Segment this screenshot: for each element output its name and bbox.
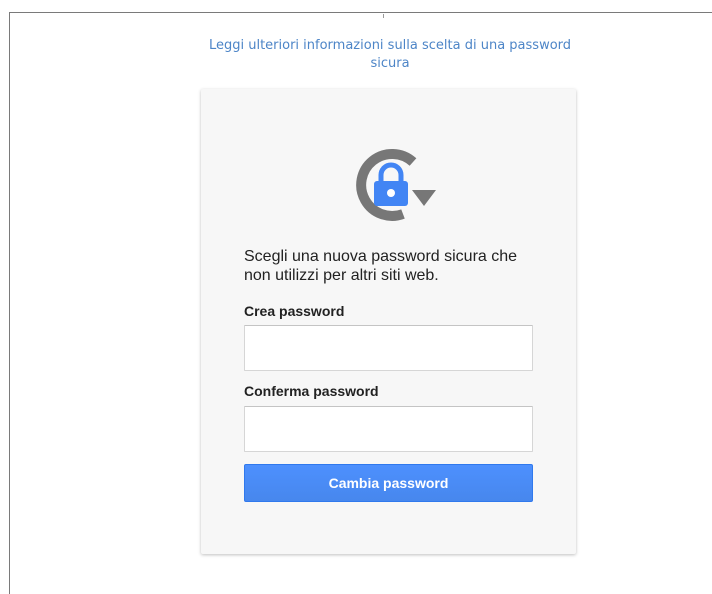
frame-left-border (9, 12, 10, 594)
create-password-input[interactable] (244, 325, 533, 371)
instruction-text: Scegli una nuova password sicura che non… (244, 248, 518, 284)
confirm-password-label: Conferma password (244, 383, 379, 399)
password-help-link[interactable]: Leggi ulteriori informazioni sulla scelt… (190, 37, 590, 73)
top-tick-mark (383, 14, 384, 18)
change-password-button[interactable]: Cambia password (244, 464, 533, 502)
frame-top-border (9, 12, 712, 13)
lock-refresh-icon (356, 148, 436, 221)
create-password-label: Crea password (244, 303, 345, 319)
confirm-password-input[interactable] (244, 406, 533, 452)
page-frame: Leggi ulteriori informazioni sulla scelt… (0, 0, 712, 594)
change-password-card: Scegli una nuova password sicura che non… (201, 89, 576, 554)
